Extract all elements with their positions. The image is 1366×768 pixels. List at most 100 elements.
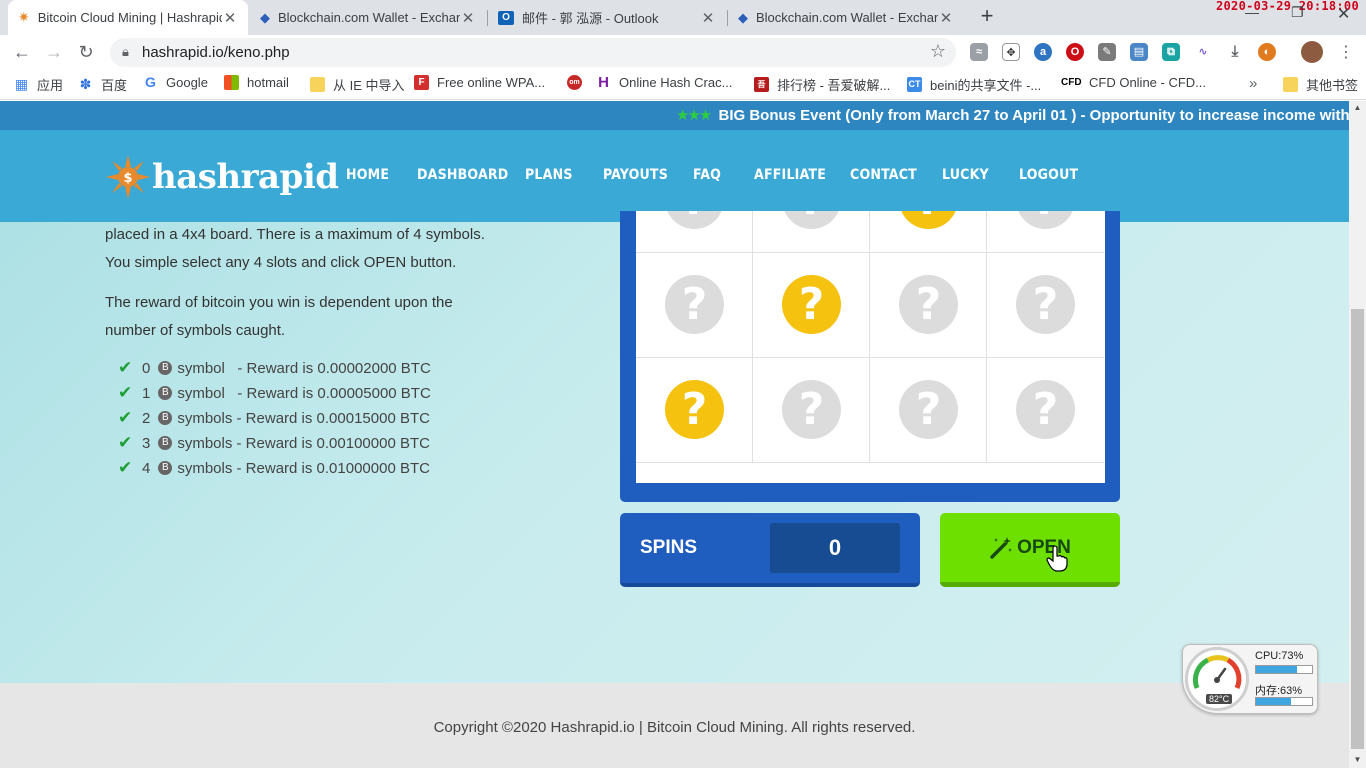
scroll-up-arrow-icon[interactable]: ▲ xyxy=(1349,103,1366,112)
bookmark-label: Free online WPA... xyxy=(437,75,546,90)
address-bar[interactable]: 🔒︎ hashrapid.io/keno.php ☆ xyxy=(110,38,956,67)
symbol-count: 4 xyxy=(142,459,151,477)
keno-slot[interactable]: ? xyxy=(636,211,753,253)
bookmark-label: 其他书签 xyxy=(1306,78,1359,93)
keno-slot[interactable]: ? xyxy=(987,253,1104,358)
bookmark-beini[interactable]: CT beini的共享文件 -... xyxy=(907,75,1041,94)
hashrapid-favicon-icon: ✷ xyxy=(18,9,30,25)
grey-question-icon: ? xyxy=(899,380,958,439)
nav-dashboard[interactable]: DASHBOARD xyxy=(417,167,508,183)
bitcoin-icon: B xyxy=(158,461,173,475)
extension-icon[interactable]: ≈ xyxy=(970,43,988,61)
cpu-label: CPU:73% xyxy=(1255,650,1304,662)
download-icon[interactable]: ⤓ xyxy=(1226,43,1244,61)
bookmark-wpa[interactable]: F Free online WPA... xyxy=(414,75,545,90)
nav-logout[interactable]: LOGOUT xyxy=(1019,167,1078,183)
keno-slot[interactable]: ? xyxy=(870,253,987,358)
restore-icon[interactable]: ❐ xyxy=(1291,4,1304,21)
microsoft-icon xyxy=(224,75,239,90)
bitcoin-icon: B xyxy=(158,436,173,450)
keno-slot[interactable]: ? xyxy=(753,211,870,253)
close-window-icon[interactable]: ✕ xyxy=(1337,4,1350,24)
site-logo[interactable]: $ hashrapid xyxy=(106,155,339,199)
wpa-site-icon: F xyxy=(414,75,429,90)
bookmarks-bar: ▦ 应用 ✽ 百度 G Google hotmail 从 IE 中导入 F Free o… xyxy=(0,69,1366,100)
rules-line: The reward of bitcoin you win is depende… xyxy=(105,294,453,311)
extension-icon[interactable]: ✥ xyxy=(1002,43,1020,61)
minimize-icon[interactable]: — xyxy=(1245,4,1259,20)
bookmark-other[interactable]: 其他书签 xyxy=(1283,75,1358,94)
bookmark-label: hotmail xyxy=(247,75,289,90)
reward-text: symbol - Reward is 0.00005000 BTC xyxy=(177,384,431,402)
spins-label: SPINS xyxy=(640,537,698,558)
rules-line: number of symbols caught. xyxy=(105,322,286,339)
profile-avatar[interactable] xyxy=(1301,41,1323,63)
nav-home[interactable]: HOME xyxy=(346,167,389,183)
symbol-count: 2 xyxy=(142,409,151,427)
site-footer: Copyright ©2020 Hashrapid.io | Bitcoin C… xyxy=(0,683,1349,768)
reward-item: ✔ 1 Bsymbol - Reward is 0.00005000 BTC xyxy=(118,383,431,403)
bookmark-52pojie[interactable]: 吾排行榜 - 吾爱破解... xyxy=(754,75,890,94)
scroll-thumb[interactable] xyxy=(1351,309,1364,749)
nav-faq[interactable]: FAQ xyxy=(693,167,721,183)
open-button[interactable]: OPEN xyxy=(940,513,1120,587)
reward-text: symbols - Reward is 0.00015000 BTC xyxy=(177,409,430,427)
bonus-ticker: ★★★ BIG Bonus Event (Only from March 27 … xyxy=(0,101,1349,130)
bookmark-online-hash[interactable]: om H Online Hash Crac... xyxy=(567,75,732,90)
bookmarks-overflow-icon[interactable]: » xyxy=(1249,75,1257,92)
bookmark-hotmail[interactable]: hotmail xyxy=(224,75,289,90)
browser-tab-blockchain-2[interactable]: ◆ Blockchain.com Wallet - Exchange ✕ xyxy=(728,0,964,35)
browser-tab-blockchain-1[interactable]: ◆ Blockchain.com Wallet - Exchange ✕ xyxy=(250,0,486,35)
nav-lucky[interactable]: LUCKY xyxy=(942,167,989,183)
nav-affiliate[interactable]: AFFILIATE xyxy=(754,167,826,183)
bookmark-star-icon[interactable]: ☆ xyxy=(930,41,946,62)
extension-icon[interactable]: ◐ xyxy=(1258,43,1276,61)
reward-text: symbols - Reward is 0.00100000 BTC xyxy=(177,434,430,452)
browser-tab-outlook[interactable]: O 邮件 - 郭 泓源 - Outlook ✕ xyxy=(488,0,726,35)
bookmark-cfd-online[interactable]: CFD CFD Online - CFD... xyxy=(1061,75,1206,90)
opera-extension-icon[interactable]: O xyxy=(1066,43,1084,61)
extension-icon[interactable]: ⧉ xyxy=(1162,43,1180,61)
close-tab-icon[interactable]: ✕ xyxy=(460,9,476,27)
apps-grid-icon: ▦ xyxy=(14,76,29,92)
forward-arrow-icon[interactable]: → xyxy=(42,40,66,64)
keno-slot[interactable]: ? xyxy=(636,358,753,463)
extension-icon[interactable]: ✎ xyxy=(1098,43,1116,61)
bookmark-apps[interactable]: ▦ 应用 xyxy=(14,75,63,94)
back-arrow-icon[interactable]: ← xyxy=(10,40,34,64)
close-tab-icon[interactable]: ✕ xyxy=(700,9,716,27)
keno-slot[interactable]: ? xyxy=(870,358,987,463)
keno-slot[interactable]: ? xyxy=(987,358,1104,463)
spins-counter: 0 xyxy=(770,523,900,573)
gold-question-icon: ? xyxy=(782,275,841,334)
new-tab-button[interactable]: + xyxy=(976,5,998,29)
close-tab-icon[interactable]: ✕ xyxy=(222,9,238,27)
page-scrollbar[interactable]: ▲ ▼ xyxy=(1349,101,1366,768)
scroll-down-arrow-icon[interactable]: ▼ xyxy=(1349,755,1366,764)
keno-slot[interactable]: ? xyxy=(753,253,870,358)
keno-slot[interactable]: ? xyxy=(753,358,870,463)
nav-payouts[interactable]: PAYOUTS xyxy=(603,167,668,183)
rules-line: You simple select any 4 slots and click … xyxy=(105,254,457,271)
bookmark-google[interactable]: G Google xyxy=(143,75,208,91)
keno-slot[interactable]: ? xyxy=(636,253,753,358)
url-text: hashrapid.io/keno.php xyxy=(142,44,290,61)
system-monitor-widget[interactable]: 82°C CPU:73% 内存:63% xyxy=(1182,644,1318,714)
reload-icon[interactable]: ↻ xyxy=(74,40,98,64)
close-tab-icon[interactable]: ✕ xyxy=(938,9,954,27)
memory-label: 内存:63% xyxy=(1255,685,1303,697)
browser-menu-icon[interactable]: ⋮ xyxy=(1338,42,1354,62)
browser-tab-hashrapid[interactable]: ✷ Bitcoin Cloud Mining | Hashrapid ✕ xyxy=(8,0,248,35)
bookmark-ie-import[interactable]: 从 IE 中导入 xyxy=(310,75,405,94)
bookmark-label: 应用 xyxy=(37,78,64,93)
symbol-count: 1 xyxy=(142,384,151,402)
extension-icon[interactable]: ▤ xyxy=(1130,43,1148,61)
nav-contact[interactable]: CONTACT xyxy=(850,167,917,183)
share-site-icon: CT xyxy=(907,77,922,92)
extension-icon[interactable]: ∿ xyxy=(1194,43,1212,61)
keno-slot[interactable]: ? xyxy=(870,211,987,253)
keno-slot[interactable]: ? xyxy=(987,211,1104,253)
extension-icon[interactable]: a xyxy=(1034,43,1052,61)
nav-plans[interactable]: PLANS xyxy=(525,167,573,183)
bookmark-baidu[interactable]: ✽ 百度 xyxy=(78,75,127,94)
